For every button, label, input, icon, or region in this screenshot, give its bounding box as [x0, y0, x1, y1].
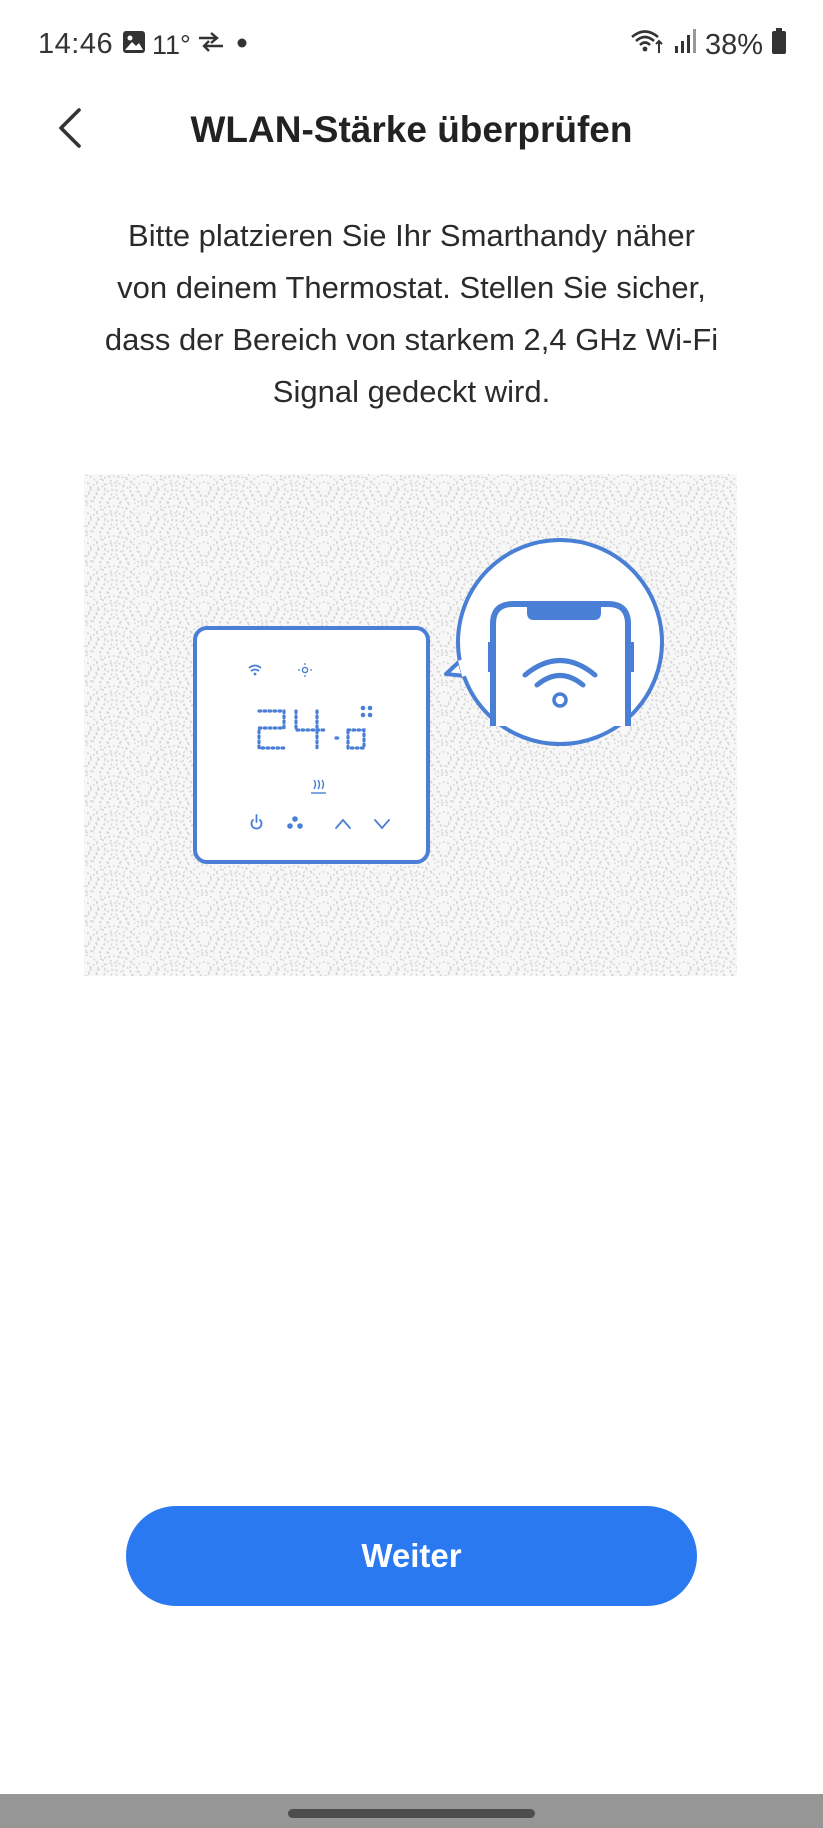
status-left-icons: 11°	[122, 28, 253, 62]
instruction-line: Bitte platzieren Sie Ihr Smarthandy nähe…	[128, 218, 695, 253]
notification-dot-icon	[231, 30, 253, 61]
home-handle[interactable]	[288, 1809, 535, 1818]
status-time: 14:46	[38, 28, 114, 60]
next-button[interactable]: Weiter	[126, 1506, 697, 1606]
instruction-text: Bitte platzieren Sie Ihr Smarthandy nähe…	[70, 210, 753, 418]
thermostat-icon	[193, 626, 430, 864]
header: WLAN-Stärke überprüfen	[0, 92, 823, 172]
wifi-strength-illustration	[84, 474, 737, 976]
status-right-icons: 38%	[629, 28, 787, 62]
page-title: WLAN-Stärke überprüfen	[190, 109, 633, 150]
instruction-line: Signal gedeckt wird.	[272, 374, 551, 409]
battery-icon	[771, 27, 787, 63]
status-temperature: 11°	[152, 29, 191, 60]
signal-icon	[673, 28, 697, 62]
navigation-bar	[0, 1794, 823, 1828]
back-button[interactable]	[44, 100, 96, 160]
instruction-line: dass der Bereich von starkem 2,4 GHz Wi-…	[104, 322, 719, 357]
battery-percent: 38%	[704, 28, 763, 61]
image-icon	[122, 30, 146, 61]
sync-arrows-icon	[197, 30, 225, 61]
status-bar: 14:46 11° 38%	[0, 0, 823, 92]
chevron-left-icon	[55, 107, 85, 154]
wifi-icon	[629, 27, 665, 63]
instruction-line: von deinem Thermostat. Stellen Sie siche…	[117, 270, 706, 305]
